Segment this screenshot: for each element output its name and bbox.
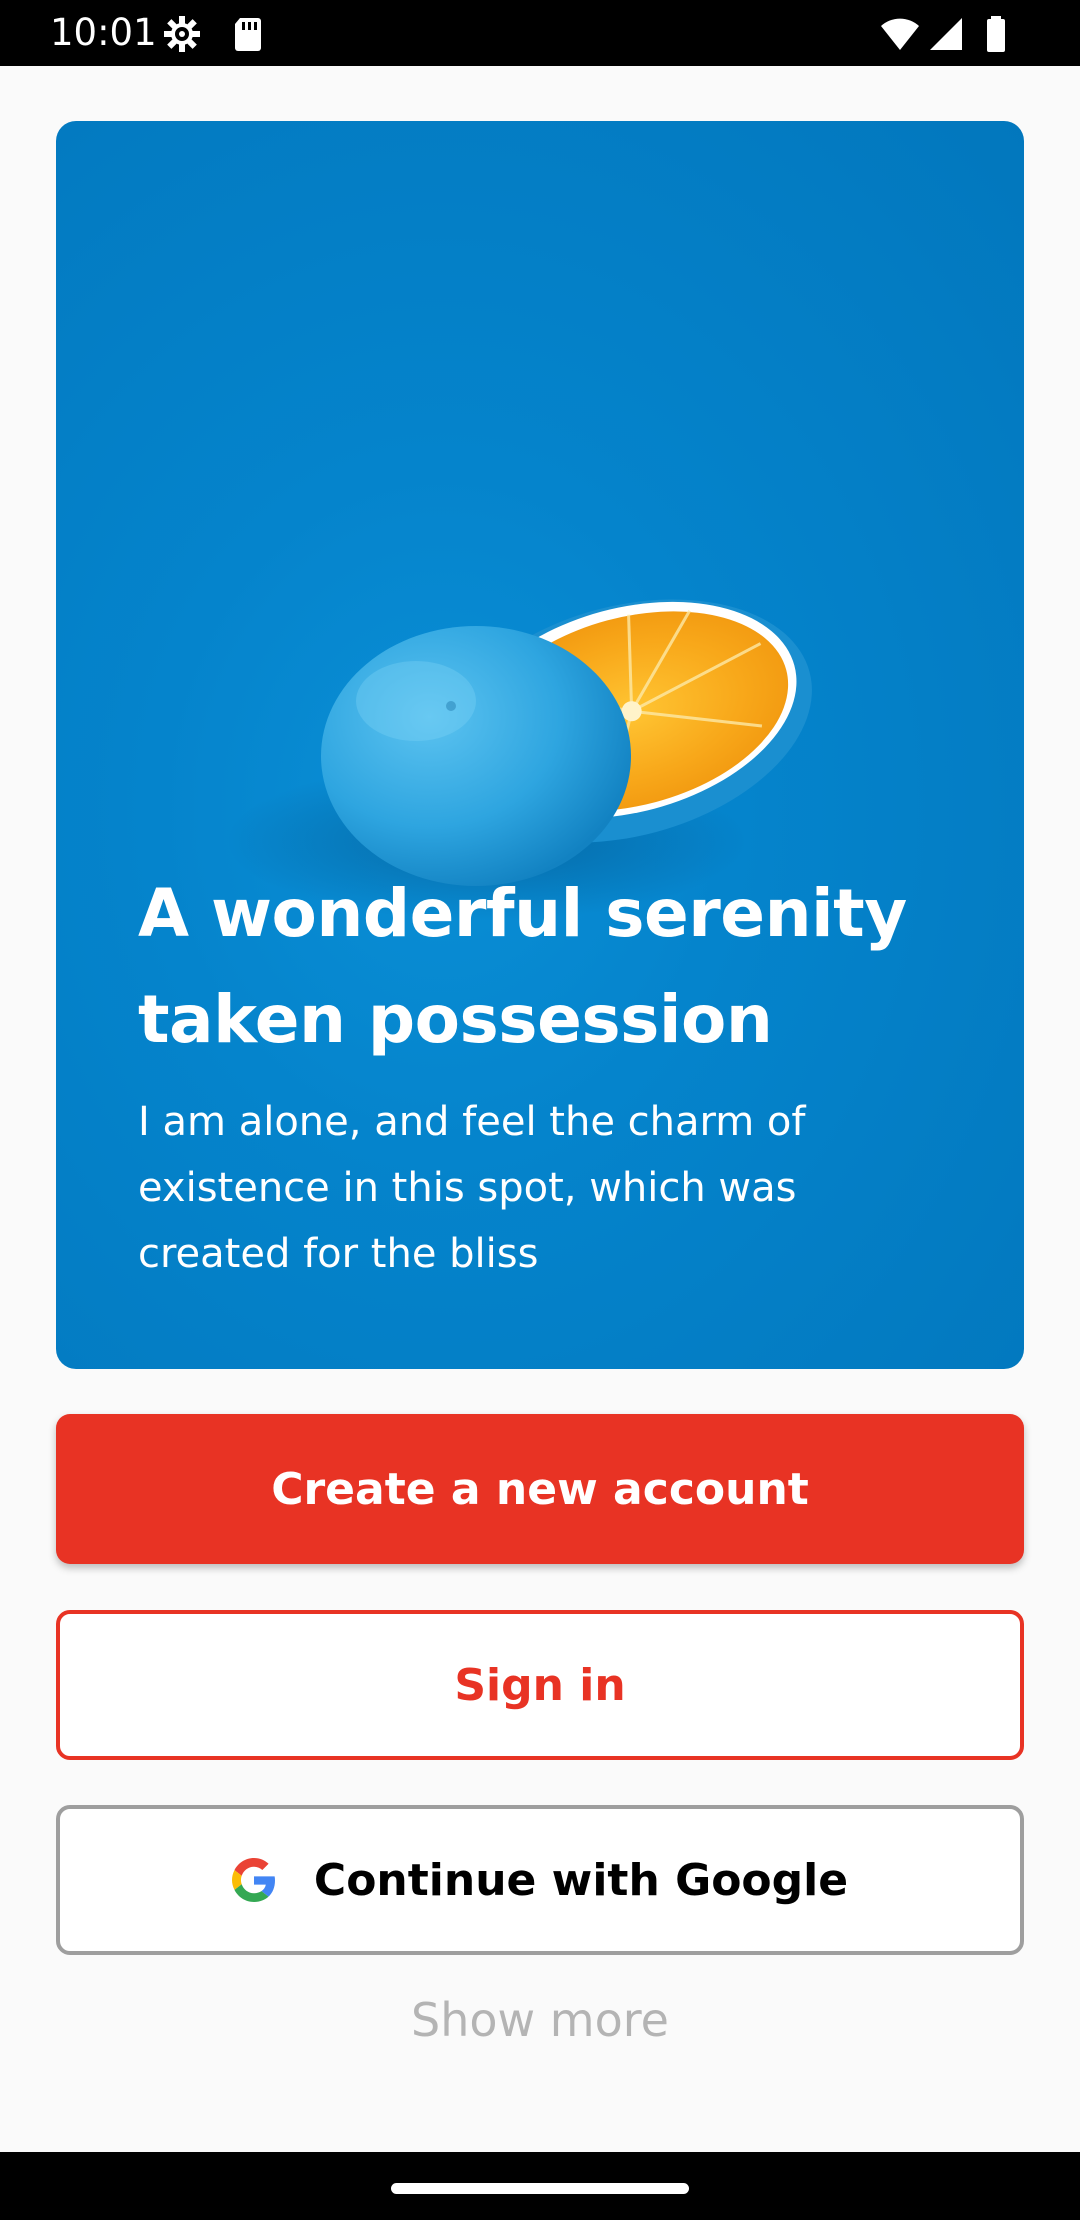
show-more-link[interactable]: Show more <box>0 1985 1080 2055</box>
status-bar: 10:01 <box>0 0 1080 66</box>
welcome-screen: 10:01 A wonderful serenity taken possess… <box>0 0 1080 2220</box>
hero-subtitle: I am alone, and feel the charm of existe… <box>138 1099 806 1277</box>
battery-icon <box>987 16 1005 52</box>
cellular-signal-icon <box>930 18 962 50</box>
create-account-button[interactable]: Create a new account <box>56 1414 1024 1564</box>
hero-title: A wonderful serenity taken possession <box>138 875 907 1058</box>
create-account-label: Create a new account <box>271 1463 809 1515</box>
wifi-icon <box>881 18 919 50</box>
google-logo-icon <box>231 1858 275 1902</box>
sign-in-label: Sign in <box>454 1659 626 1711</box>
status-time: 10:01 <box>50 11 157 54</box>
hero-card: A wonderful serenity taken possession I … <box>56 121 1024 1369</box>
settings-gear-icon <box>164 16 200 52</box>
sign-in-button[interactable]: Sign in <box>56 1610 1024 1760</box>
sd-card-icon <box>235 18 261 51</box>
continue-with-google-label: Continue with Google <box>313 1854 849 1906</box>
continue-with-google-button[interactable]: Continue with Google <box>56 1805 1024 1955</box>
home-gesture-handle[interactable] <box>391 2183 689 2194</box>
